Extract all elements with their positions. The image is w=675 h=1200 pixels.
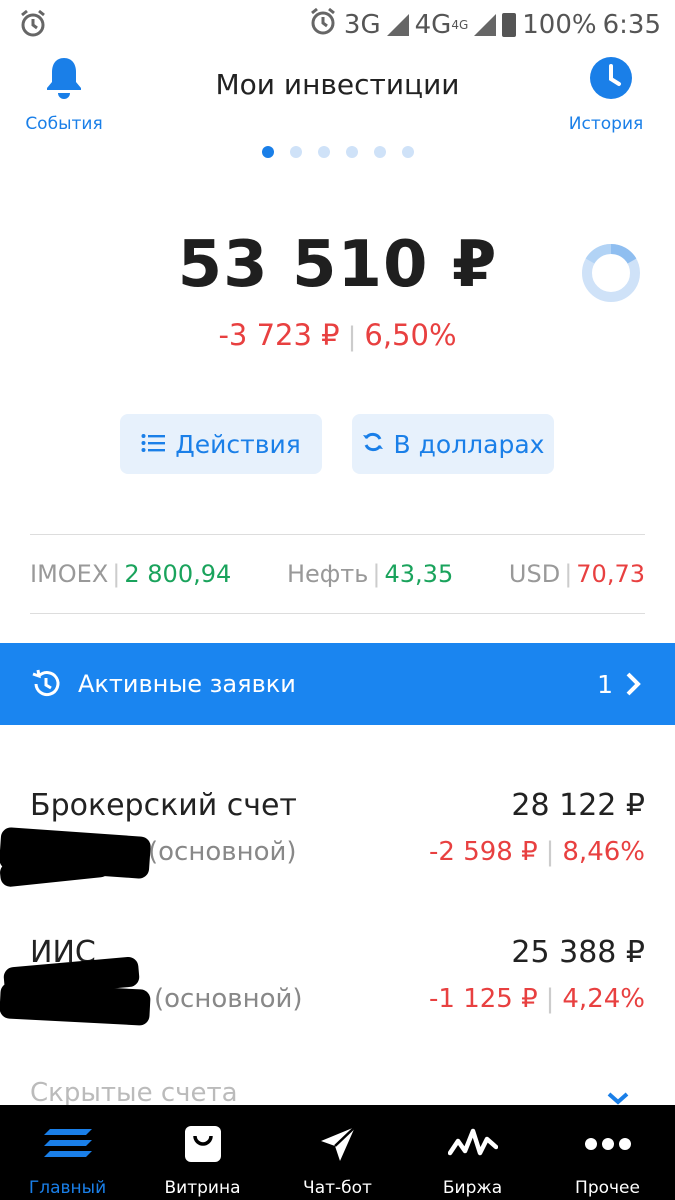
portfolio-change: -3 723 ₽ | 6,50% — [0, 318, 675, 352]
hidden-accounts-toggle[interactable]: Скрытые счета — [30, 1078, 238, 1108]
clock-icon — [589, 57, 633, 104]
paper-plane-icon — [318, 1114, 358, 1174]
ticker-value: 2 800,94 — [124, 560, 232, 588]
page-dot[interactable] — [317, 146, 330, 158]
signal-icon — [386, 13, 409, 36]
alarm-icon — [308, 6, 338, 43]
tab-label: Прочее — [575, 1178, 640, 1198]
battery-icon — [502, 12, 517, 37]
tab-chatbot[interactable]: Чат-бот — [270, 1105, 405, 1200]
page-dot[interactable] — [373, 146, 386, 158]
events-label: События — [25, 114, 103, 134]
network-4g-label: 4G — [414, 9, 452, 40]
battery-level: 100% — [522, 9, 597, 40]
page-dot[interactable] — [345, 146, 358, 158]
tab-label: Биржа — [442, 1178, 503, 1198]
chevron-right-icon — [625, 671, 641, 697]
page-dot[interactable] — [261, 146, 274, 158]
ticker-usd[interactable]: USD | 70,73 — [509, 560, 645, 588]
portfolio-change-pct: 6,50% — [364, 318, 457, 352]
home-stack-icon — [42, 1114, 94, 1174]
tab-label: Витрина — [164, 1178, 241, 1198]
pulse-icon — [447, 1114, 498, 1174]
active-orders-banner[interactable]: Активные заявки 1 — [0, 643, 675, 725]
account-value: 25 388 ₽ — [511, 935, 645, 970]
in-dollars-button[interactable]: В долларах — [352, 414, 554, 474]
page-dot[interactable] — [401, 146, 414, 158]
shopping-bag-icon — [183, 1114, 223, 1174]
account-change: -1 125 ₽ | 4,24% — [429, 984, 645, 1014]
account-name: Брокерский счет — [30, 788, 297, 823]
portfolio-total: 53 510 ₽ — [177, 228, 498, 302]
page-indicator[interactable] — [0, 146, 675, 158]
tab-label: Главный — [28, 1178, 107, 1198]
ticker-oil[interactable]: Нефть | 43,35 — [287, 560, 453, 588]
history-button[interactable]: История — [569, 56, 653, 134]
history-label: История — [568, 114, 644, 134]
ticker-imoex[interactable]: IMOEX | 2 800,94 — [30, 560, 231, 588]
actions-label: Действия — [175, 429, 301, 459]
tab-more[interactable]: Прочее — [540, 1105, 675, 1200]
active-orders-count: 1 — [597, 669, 613, 699]
bottom-tab-bar: Главный Витрина Чат-бот Биржа Прочее — [0, 1105, 675, 1200]
tab-main[interactable]: Главный — [0, 1105, 135, 1200]
history-icon — [30, 668, 62, 700]
clock-time: 6:35 — [602, 9, 661, 40]
ticker-value: 43,35 — [384, 560, 454, 588]
tab-showcase[interactable]: Витрина — [135, 1105, 270, 1200]
account-value: 28 122 ₽ — [511, 788, 645, 823]
divider: | — [347, 322, 357, 352]
network-3g-label: 3G — [343, 9, 381, 40]
allocation-donut-icon[interactable] — [580, 242, 642, 308]
refresh-icon — [362, 430, 384, 459]
actions-button[interactable]: Действия — [120, 414, 322, 474]
alarm-icon — [18, 8, 48, 45]
tab-exchange[interactable]: Биржа — [405, 1105, 540, 1200]
network-4g-sup: 4G — [451, 17, 469, 32]
list-icon — [141, 430, 166, 459]
tab-label: Чат-бот — [303, 1178, 372, 1198]
active-orders-label: Активные заявки — [78, 670, 296, 698]
status-bar: 3G 4G 4G 100% 6:35 — [0, 0, 675, 48]
page-dot[interactable] — [289, 146, 302, 158]
more-dots-icon — [584, 1114, 632, 1174]
market-tickers: IMOEX | 2 800,94 Нефть | 43,35 USD | 70,73 — [30, 534, 645, 614]
ticker-value: 70,73 — [576, 560, 645, 588]
in-dollars-label: В долларах — [393, 429, 545, 459]
portfolio-change-abs: -3 723 ₽ — [218, 318, 340, 352]
redaction-mark — [0, 982, 151, 1026]
signal-icon — [474, 13, 497, 36]
account-change: -2 598 ₽ | 8,46% — [429, 837, 645, 867]
